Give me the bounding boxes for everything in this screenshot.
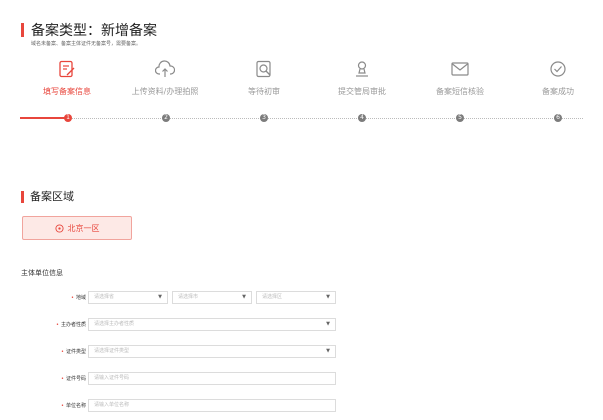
step-label: 等待初审: [248, 87, 280, 96]
step-upload: 上传资料/办理拍照: [120, 60, 210, 97]
step-number-badge: 3: [260, 114, 268, 122]
entity-section-title: 主体单位信息: [21, 269, 63, 277]
progress-track: [20, 118, 583, 120]
step-number-badge: 4: [358, 114, 366, 122]
city-select[interactable]: 请选择市 ▼: [172, 291, 252, 304]
id-number-label: • 证件号码: [61, 376, 86, 382]
step-fill-info: 填写备案信息: [22, 60, 112, 97]
chevron-down-icon: ▼: [242, 294, 246, 300]
chevron-down-icon: ▼: [326, 294, 330, 300]
title-accent-bar: [21, 23, 24, 37]
chevron-down-icon: ▼: [326, 321, 330, 327]
province-select[interactable]: 请选择省 ▼: [88, 291, 168, 304]
page-title: 备案类型：新增备案: [31, 23, 157, 39]
region-value: 北京一区: [67, 223, 100, 233]
step-number-badge: 2: [162, 114, 170, 122]
edit-document-icon: [59, 60, 75, 78]
step-number-badge: 5: [456, 114, 464, 122]
region-section-title: 备案区域: [30, 190, 74, 203]
envelope-icon: [451, 62, 469, 76]
page-subtitle: 域名未备案、备案主体证件无备案号，需要备案。: [31, 41, 142, 47]
step-number-badge: 6: [554, 114, 562, 122]
region-select-button[interactable]: 北京一区: [22, 216, 132, 240]
organizer-nature-select[interactable]: 请选择主办者性质 ▼: [88, 318, 336, 331]
step-initial-review: 等待初审: [219, 60, 309, 97]
chevron-down-icon: ▼: [158, 294, 162, 300]
search-review-icon: [256, 60, 271, 78]
step-label: 备案短信核验: [436, 87, 484, 96]
id-number-input[interactable]: 请输入证件号码: [88, 372, 336, 385]
id-type-label: • 证件类型: [61, 349, 86, 355]
unit-name-label: • 单位名称: [61, 403, 86, 409]
step-number-badge: 1: [64, 114, 72, 122]
step-authority-approval: 提交管局审批: [317, 60, 407, 97]
user-stamp-icon: [356, 61, 368, 77]
step-label: 上传资料/办理拍照: [131, 87, 199, 96]
cloud-upload-icon: [155, 60, 175, 77]
step-label: 备案成功: [542, 87, 574, 96]
organizer-nature-label: • 主办者性质: [56, 322, 86, 328]
location-pin-icon: [54, 223, 64, 233]
id-type-select[interactable]: 请选择证件类型 ▼: [88, 345, 336, 358]
unit-name-input[interactable]: 请输入单位名称: [88, 399, 336, 412]
check-circle-icon: [550, 61, 566, 77]
district-select[interactable]: 请选择区 ▼: [256, 291, 336, 304]
chevron-down-icon: ▼: [326, 348, 330, 354]
section-accent-bar: [21, 191, 24, 203]
step-success: 备案成功: [513, 60, 603, 97]
progress-track-active: [20, 117, 68, 119]
step-label: 填写备案信息: [43, 87, 91, 96]
step-sms-verification: 备案短信核验: [415, 60, 505, 97]
region-label: • 地域: [71, 295, 86, 301]
step-label: 提交管局审批: [338, 87, 386, 96]
